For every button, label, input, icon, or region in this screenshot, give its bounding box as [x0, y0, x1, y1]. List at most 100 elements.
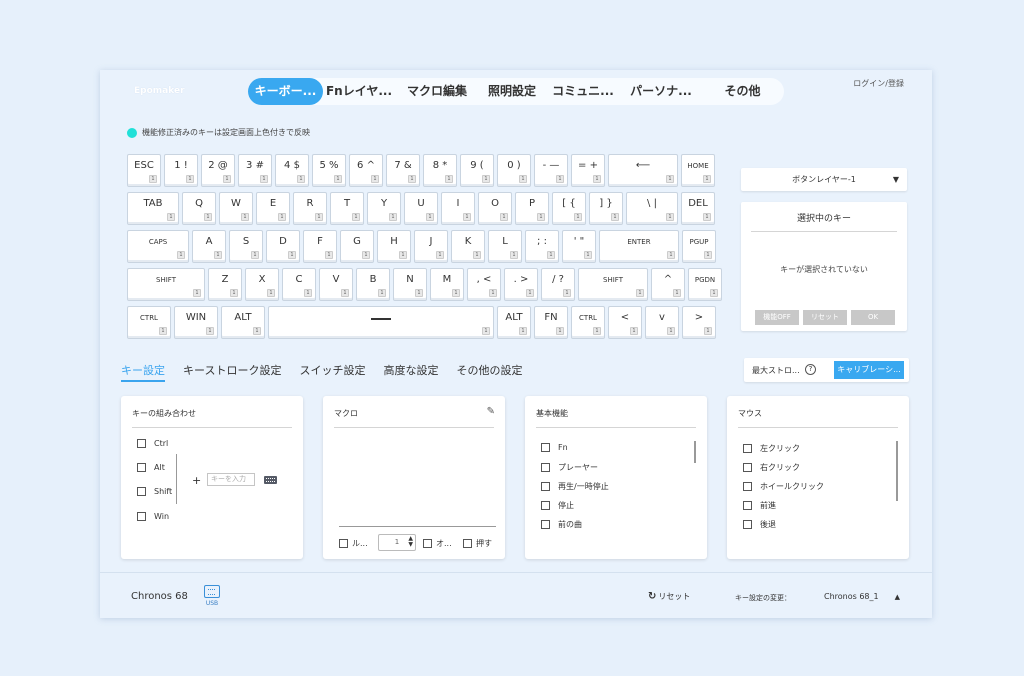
key-0-13[interactable]: ⟵ 1 — [608, 154, 678, 187]
key-0-4[interactable]: 4 $ 1 — [275, 154, 309, 187]
key-1-14[interactable]: DEL 1 — [681, 192, 715, 225]
key-3-3[interactable]: C1 — [282, 268, 316, 301]
key-1-2[interactable]: W1 — [219, 192, 253, 225]
tab-personal[interactable]: パーソナ... — [621, 78, 701, 105]
key-2-9[interactable]: L1 — [488, 230, 522, 263]
key-2-7[interactable]: J1 — [414, 230, 448, 263]
key-1-11[interactable]: [ {1 — [552, 192, 586, 225]
key-3-9[interactable]: . > 1 — [504, 268, 538, 301]
key-2-10[interactable]: ; :1 — [525, 230, 559, 263]
key-3-5[interactable]: B1 — [356, 268, 390, 301]
key-0-7[interactable]: 7 & 1 — [386, 154, 420, 187]
reset-button[interactable]: ↻ リセット — [648, 591, 690, 602]
checkbox-box[interactable] — [541, 501, 550, 510]
key-2-3[interactable]: D1 — [266, 230, 300, 263]
key-1-6[interactable]: Y1 — [367, 192, 401, 225]
scrollbar[interactable] — [694, 441, 696, 463]
key-0-9[interactable]: 9 (1 — [460, 154, 494, 187]
key-1-13[interactable]: \ | 1 — [626, 192, 678, 225]
key-3-2[interactable]: X1 — [245, 268, 279, 301]
checkbox-alt[interactable]: Alt — [137, 463, 165, 472]
key-4-5[interactable]: FN 1 — [534, 306, 568, 339]
key-1-8[interactable]: I1 — [441, 192, 475, 225]
key-2-8[interactable]: K1 — [451, 230, 485, 263]
key-3-13[interactable]: PGDN 1 — [688, 268, 722, 301]
subtab-advanced[interactable]: 高度な設定 — [383, 362, 438, 382]
checkbox-box[interactable] — [743, 501, 752, 510]
checkbox-wheel-click[interactable]: ホイールクリック — [743, 481, 824, 492]
key-4-8[interactable]: v1 — [645, 306, 679, 339]
tab-keyboard[interactable]: キーボー... — [248, 78, 323, 105]
checkbox-box[interactable] — [137, 487, 146, 496]
reset-key-button[interactable]: リセット — [803, 310, 847, 325]
key-0-5[interactable]: 5 % 1 — [312, 154, 346, 187]
key-3-11[interactable]: SHIFT 1 — [578, 268, 648, 301]
key-0-1[interactable]: 1 ! 1 — [164, 154, 198, 187]
checkbox-box[interactable] — [137, 512, 146, 521]
checkbox-box[interactable] — [743, 482, 752, 491]
key-4-1[interactable]: WIN 1 — [174, 306, 218, 339]
checkbox-box[interactable] — [137, 439, 146, 448]
tab-community[interactable]: コミュニ... — [545, 78, 621, 105]
key-1-0[interactable]: TAB 1 — [127, 192, 179, 225]
calibrate-button[interactable]: キャリブレーシ... — [834, 361, 904, 379]
checkbox-win[interactable]: Win — [137, 512, 169, 521]
key-2-4[interactable]: F1 — [303, 230, 337, 263]
key-4-9[interactable]: >1 — [682, 306, 716, 339]
key-4-0[interactable]: CTRL 1 — [127, 306, 171, 339]
key-1-12[interactable]: ] } 1 — [589, 192, 623, 225]
checkbox-stop[interactable]: 停止 — [541, 500, 574, 511]
scrollbar[interactable] — [896, 441, 898, 501]
checkbox-box[interactable] — [743, 463, 752, 472]
key-3-12[interactable]: ^ 1 — [651, 268, 685, 301]
checkbox-press[interactable]: 押す — [463, 538, 492, 549]
checkbox-loop[interactable]: ル... — [339, 538, 368, 549]
key-2-13[interactable]: PGUP 1 — [682, 230, 716, 263]
key-1-4[interactable]: R1 — [293, 192, 327, 225]
key-4-6[interactable]: CTRL 1 — [571, 306, 605, 339]
checkbox-forward[interactable]: 前進 — [743, 500, 776, 511]
key-0-0[interactable]: ESC 1 — [127, 154, 161, 187]
ok-button[interactable]: OK — [851, 310, 895, 325]
key-3-0[interactable]: SHIFT 1 — [127, 268, 205, 301]
function-off-button[interactable]: 機能OFF — [755, 310, 799, 325]
tab-other[interactable]: その他 — [701, 78, 784, 105]
key-2-2[interactable]: S1 — [229, 230, 263, 263]
checkbox-box[interactable] — [137, 463, 146, 472]
key-1-10[interactable]: P1 — [515, 192, 549, 225]
checkbox-box[interactable] — [339, 539, 348, 548]
checkbox-box[interactable] — [541, 443, 550, 452]
subtab-other[interactable]: その他の設定 — [456, 362, 522, 382]
checkbox-box[interactable] — [423, 539, 432, 548]
login-link[interactable]: ログイン/登録 — [853, 78, 904, 89]
checkbox-player[interactable]: プレーヤー — [541, 462, 598, 473]
subtab-keystroke[interactable]: キーストローク設定 — [183, 362, 281, 382]
key-4-7[interactable]: <1 — [608, 306, 642, 339]
key-4-3[interactable]: 1 — [268, 306, 494, 339]
help-icon[interactable]: ? — [805, 364, 816, 375]
checkbox-option[interactable]: オ... — [423, 538, 452, 549]
key-2-11[interactable]: ' " 1 — [562, 230, 596, 263]
checkbox-box[interactable] — [463, 539, 472, 548]
layer-select[interactable]: ボタンレイヤー-1 ▼ — [741, 168, 907, 191]
checkbox-box[interactable] — [541, 520, 550, 529]
key-0-10[interactable]: 0 ) 1 — [497, 154, 531, 187]
key-0-3[interactable]: 3 # 1 — [238, 154, 272, 187]
key-0-12[interactable]: = + 1 — [571, 154, 605, 187]
subtab-key-settings[interactable]: キー設定 — [121, 362, 165, 382]
checkbox-play-pause[interactable]: 再生/一時停止 — [541, 481, 609, 492]
stepper-arrows-icon[interactable]: ▲ ▼ — [408, 536, 413, 548]
tab-macro[interactable]: マクロ編集 — [395, 78, 479, 105]
key-2-5[interactable]: G1 — [340, 230, 374, 263]
key-2-1[interactable]: A1 — [192, 230, 226, 263]
repeat-count-stepper[interactable]: 1 ▲ ▼ — [378, 534, 416, 551]
key-1-3[interactable]: E1 — [256, 192, 290, 225]
key-input[interactable]: キーを入力 — [207, 473, 255, 486]
checkbox-box[interactable] — [743, 520, 752, 529]
profile-select[interactable]: Chronos 68_1 ▲ — [824, 592, 900, 601]
key-4-4[interactable]: ALT 1 — [497, 306, 531, 339]
key-1-7[interactable]: U1 — [404, 192, 438, 225]
key-3-7[interactable]: M1 — [430, 268, 464, 301]
tab-lighting[interactable]: 照明設定 — [479, 78, 545, 105]
key-1-9[interactable]: O1 — [478, 192, 512, 225]
